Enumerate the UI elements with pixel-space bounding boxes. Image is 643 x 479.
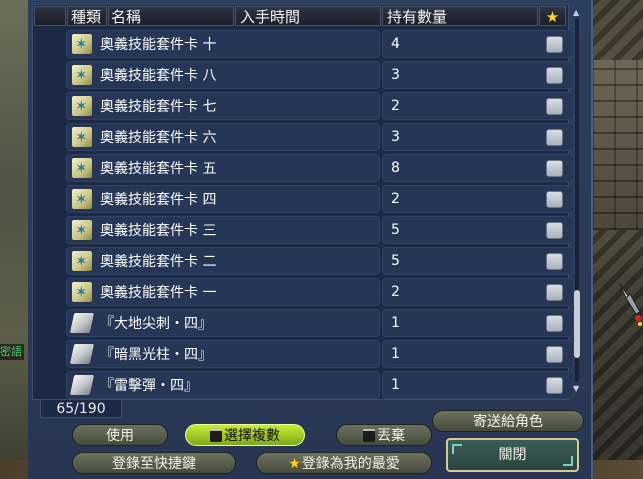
scroll-icon [68,312,96,334]
register-shortcut-button[interactable]: 登錄至快捷鍵 [72,452,236,474]
item-name-cell[interactable]: 奧義技能套件卡 二 [66,247,380,275]
skill-card-icon [71,33,93,55]
skill-card-icon [71,250,93,272]
item-name-cell[interactable]: 奧義技能套件卡 五 [66,154,380,182]
item-name: 奧義技能套件卡 十 [100,37,217,53]
favorite-checkbox[interactable] [546,315,563,332]
multi-select-button[interactable]: 選擇複數 [185,424,305,446]
item-name-cell[interactable]: 奧義技能套件卡 六 [66,123,380,151]
item-quantity: 2 [391,191,400,207]
favorite-checkbox[interactable] [546,36,563,53]
item-quantity: 5 [391,222,400,238]
favorite-checkbox[interactable] [546,222,563,239]
favorite-checkbox[interactable] [546,67,563,84]
skill-card-icon [71,157,93,179]
background-left [0,0,28,479]
favorite-checkbox[interactable] [546,98,563,115]
item-name: 奧義技能套件卡 三 [100,223,217,239]
item-quantity: 4 [391,36,400,52]
column-header-quantity[interactable]: 持有數量 [382,6,538,26]
item-name-cell[interactable]: 奧義技能套件卡 四 [66,185,380,213]
item-name-cell[interactable]: 奧義技能套件卡 十 [66,30,380,58]
column-header-type[interactable]: 種類 [67,6,107,26]
favorite-checkbox[interactable] [546,253,563,270]
item-quantity: 3 [391,67,400,83]
item-name: 奧義技能套件卡 五 [100,161,217,177]
multi-select-label: 選擇複數 [224,428,280,444]
send-to-character-label: 寄送給角色 [473,414,543,430]
register-favorite-button[interactable]: ★登錄為我的最愛 [256,452,432,474]
inventory-window: 種類 名稱 入手時間 持有數量 ★ 奧義技能套件卡 十 4 奧義技能套件卡 八 3 奧義… [28,0,593,479]
item-name-cell[interactable]: 奧義技能套件卡 三 [66,216,380,244]
item-quantity: 1 [391,346,400,362]
background-right [592,0,643,479]
item-quantity: 8 [391,160,400,176]
star-icon: ★ [288,456,301,472]
register-favorite-label: 登錄為我的最愛 [301,456,400,472]
background-bricks [592,60,643,230]
item-name: 奧義技能套件卡 一 [100,285,217,301]
dagger-cursor-icon [619,283,642,326]
send-to-character-button[interactable]: 寄送給角色 [432,410,584,432]
scroll-thumb[interactable] [574,290,580,358]
item-quantity: 3 [391,129,400,145]
chat-whisper-label: 密語 [0,344,24,360]
trash-icon [210,429,222,442]
use-button[interactable]: 使用 [72,424,168,446]
scroll-up-arrow-icon[interactable]: ▲ [573,8,579,17]
item-quantity: 1 [391,377,400,393]
item-name: 『雷擊彈・四』 [100,378,198,394]
item-name-cell[interactable]: 奧義技能套件卡 七 [66,92,380,120]
star-icon: ★ [545,8,560,26]
item-name: 奧義技能套件卡 八 [100,68,217,84]
skill-card-icon [71,188,93,210]
use-button-label: 使用 [106,428,134,444]
skill-card-icon [71,64,93,86]
register-shortcut-label: 登錄至快捷鍵 [112,456,196,472]
inventory-count: 65/190 [40,400,122,418]
discard-button[interactable]: 丟棄 [336,424,432,446]
item-name-cell[interactable]: 奧義技能套件卡 一 [66,278,380,306]
item-name-cell[interactable]: 『暗黑光柱・四』 [66,340,380,368]
close-button[interactable]: 關閉 [446,438,579,472]
column-header-acquired-time[interactable]: 入手時間 [235,6,381,26]
item-name: 奧義技能套件卡 七 [100,99,217,115]
trash-icon [363,429,375,442]
favorite-checkbox[interactable] [546,284,563,301]
discard-label: 丟棄 [377,428,405,444]
favorite-checkbox[interactable] [546,160,563,177]
item-name: 奧義技能套件卡 六 [100,130,217,146]
skill-card-icon [71,95,93,117]
item-quantity: 1 [391,315,400,331]
skill-card-icon [71,281,93,303]
column-header-blank [34,6,66,26]
favorite-checkbox[interactable] [546,346,563,363]
item-name-cell[interactable]: 『雷擊彈・四』 [66,371,380,399]
close-button-label: 關閉 [498,447,527,463]
list-scrollbar[interactable]: ▲ ▼ [572,8,582,396]
scroll-icon [68,343,96,365]
item-quantity: 2 [391,284,400,300]
skill-card-icon [71,219,93,241]
item-name: 『大地尖刺・四』 [100,316,212,332]
item-quantity: 5 [391,253,400,269]
column-header-favorite[interactable]: ★ [539,6,566,26]
item-quantity: 2 [391,98,400,114]
item-name-cell[interactable]: 『大地尖刺・四』 [66,309,380,337]
favorite-checkbox[interactable] [546,129,563,146]
scroll-down-arrow-icon[interactable]: ▼ [573,384,579,393]
column-header-name[interactable]: 名稱 [108,6,234,26]
favorite-checkbox[interactable] [546,377,563,394]
item-name-cell[interactable]: 奧義技能套件卡 八 [66,61,380,89]
skill-card-icon [71,126,93,148]
item-name: 奧義技能套件卡 四 [100,192,217,208]
favorite-checkbox[interactable] [546,191,563,208]
item-name: 奧義技能套件卡 二 [100,254,217,270]
scroll-icon [68,374,96,396]
item-name: 『暗黑光柱・四』 [100,347,212,363]
